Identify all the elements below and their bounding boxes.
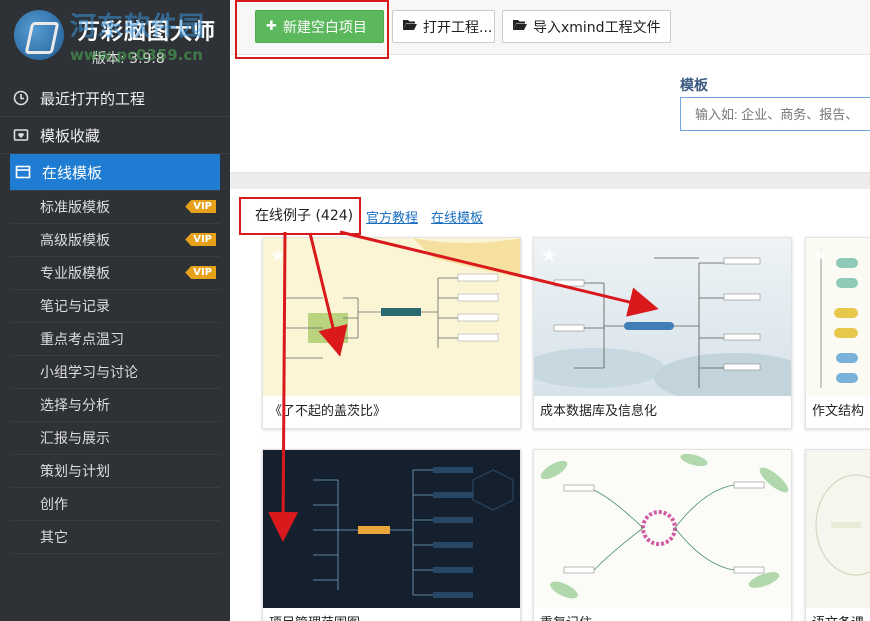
sidebar-subitem-label: 专业版模板 xyxy=(40,266,110,282)
sidebar-subitem-planning[interactable]: 策划与计划 xyxy=(10,455,220,488)
template-card[interactable]: 项目管理范围图 xyxy=(262,449,521,621)
sidebar-item-label: 最近打开的工程 xyxy=(40,89,146,108)
sidebar-subitem-label: 标准版模板 xyxy=(40,200,110,216)
template-card[interactable]: 重复记住 xyxy=(533,449,792,621)
template-thumbnail: ★ xyxy=(263,238,520,396)
vip-badge: VIP xyxy=(185,200,216,213)
watermark-text: 河东软件园 xyxy=(70,12,206,42)
sidebar-subitem-label: 选择与分析 xyxy=(40,398,110,414)
open-project-label: 打开工程... xyxy=(423,19,493,36)
template-card[interactable]: 语文备课 xyxy=(805,449,870,621)
folder-open-icon xyxy=(403,19,417,35)
sidebar-item-recent[interactable]: 最近打开的工程 xyxy=(0,80,230,117)
sidebar-subitem-label: 小组学习与讨论 xyxy=(40,365,138,381)
sidebar-subitem-standard[interactable]: 标准版模板 VIP xyxy=(10,191,220,224)
template-title: 成本数据库及信息化 xyxy=(540,404,658,419)
search-label: 模板 xyxy=(680,78,708,94)
vip-badge: VIP xyxy=(185,266,216,279)
sidebar-item-online-templates[interactable]: 在线模板 xyxy=(10,154,220,191)
sidebar-subitem-label: 笔记与记录 xyxy=(40,299,110,315)
favorite-star-icon[interactable]: ★ xyxy=(269,244,291,266)
template-title: 作文结构 xyxy=(812,404,865,419)
import-xmind-button[interactable]: 导入xmind工程文件 xyxy=(502,10,671,43)
sidebar-item-favorites[interactable]: 模板收藏 xyxy=(0,117,230,154)
template-thumbnail: ★ xyxy=(806,238,870,396)
sidebar-subitem-label: 汇报与展示 xyxy=(40,431,110,447)
template-thumbnail xyxy=(534,450,791,608)
vip-badge: VIP xyxy=(185,233,216,246)
sidebar-subitem-creation[interactable]: 创作 xyxy=(10,488,220,521)
sidebar-subitem-pro[interactable]: 专业版模板 VIP xyxy=(10,257,220,290)
main-area: ✚ 新建空白项目 打开工程... 导入xmind工程文件 模板 在线例子 (42… xyxy=(230,0,870,621)
template-thumbnail: ★ xyxy=(534,238,791,396)
sidebar-subitem-review[interactable]: 重点考点温习 xyxy=(10,323,220,356)
template-icon xyxy=(14,163,32,181)
online-templates-link[interactable]: 在线模板 xyxy=(431,207,483,226)
sidebar-subitem-advanced[interactable]: 高级版模板 VIP xyxy=(10,224,220,257)
template-search-panel: 模板 xyxy=(230,55,870,173)
sidebar-item-label: 在线模板 xyxy=(42,163,103,182)
sidebar-subitem-label: 创作 xyxy=(40,497,68,513)
app-logo xyxy=(14,10,64,60)
examples-panel: 在线例子 (424) 官方教程 在线模板 ★ 《了不起的盖茨比》 ★ 成本数据库… xyxy=(230,189,870,621)
template-card[interactable]: ★ 成本数据库及信息化 xyxy=(533,237,792,429)
annotation-highlight-box xyxy=(239,197,361,235)
sidebar-subitem-group-study[interactable]: 小组学习与讨论 xyxy=(10,356,220,389)
official-tutorial-link[interactable]: 官方教程 xyxy=(366,207,418,226)
watermark-url: www.pc0359.cn xyxy=(70,46,203,64)
template-card[interactable]: ★ 《了不起的盖茨比》 xyxy=(262,237,521,429)
annotation-highlight-box xyxy=(235,0,389,59)
sidebar-subitem-notes[interactable]: 笔记与记录 xyxy=(10,290,220,323)
clock-icon xyxy=(12,89,30,107)
template-title: 重复记住 xyxy=(534,608,791,621)
template-title: 《了不起的盖茨比》 xyxy=(269,404,387,419)
template-card[interactable]: ★ 作文结构 xyxy=(805,237,870,429)
sidebar-subitem-report[interactable]: 汇报与展示 xyxy=(10,422,220,455)
favorite-star-icon[interactable]: ★ xyxy=(812,244,834,266)
sidebar-subitem-other[interactable]: 其它 xyxy=(10,521,220,554)
template-title: 语文备课 xyxy=(806,608,870,621)
import-xmind-label: 导入xmind工程文件 xyxy=(533,19,661,36)
open-project-button[interactable]: 打开工程... xyxy=(392,10,495,43)
section-divider xyxy=(230,173,870,189)
sidebar-subitem-label: 其它 xyxy=(40,530,68,546)
template-thumbnail xyxy=(263,450,520,608)
folder-open-icon xyxy=(513,19,527,35)
brand: 万彩脑图大师 版本: 3.9.8 河东软件园 www.pc0359.cn xyxy=(0,0,230,80)
sidebar: 万彩脑图大师 版本: 3.9.8 河东软件园 www.pc0359.cn 最近打… xyxy=(0,0,230,621)
sidebar-subitem-label: 策划与计划 xyxy=(40,464,110,480)
template-title: 项目管理范围图 xyxy=(263,608,520,621)
favorite-star-icon[interactable]: ★ xyxy=(540,244,562,266)
sidebar-subitem-analysis[interactable]: 选择与分析 xyxy=(10,389,220,422)
template-thumbnail xyxy=(806,450,870,608)
template-search-input[interactable] xyxy=(680,97,870,131)
heart-folder-icon xyxy=(12,126,30,144)
sidebar-subitem-label: 重点考点温习 xyxy=(40,332,124,348)
sidebar-subitem-label: 高级版模板 xyxy=(40,233,110,249)
sidebar-item-label: 模板收藏 xyxy=(40,126,101,145)
